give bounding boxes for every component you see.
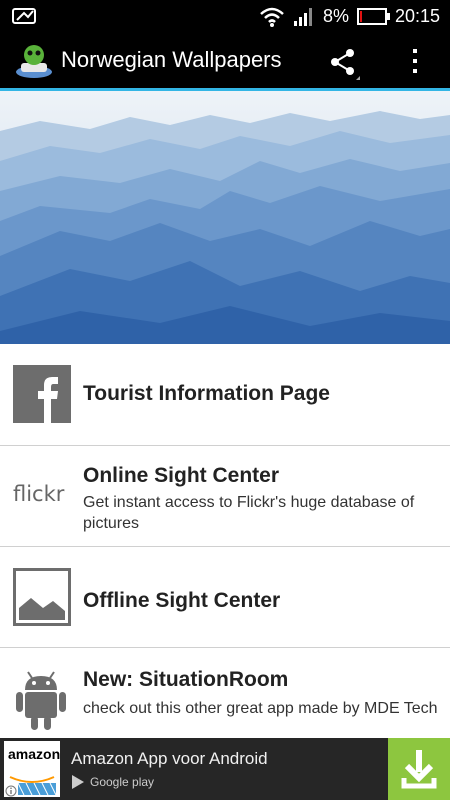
share-icon[interactable] xyxy=(326,46,360,80)
app-logo-icon xyxy=(16,45,52,78)
battery-percent: 8% xyxy=(322,6,349,26)
facebook-icon xyxy=(13,365,71,423)
download-icon xyxy=(401,750,437,789)
battery-icon xyxy=(356,8,390,25)
amazon-logo-text: amazon xyxy=(8,746,61,762)
list-item-title: Tourist Information Page xyxy=(83,382,330,405)
app-title: Norwegian Wallpapers xyxy=(61,47,282,72)
ad-banner[interactable]: amazon Amazon App voor Android Google pl… xyxy=(0,738,450,800)
list-item-situationroom[interactable]: New: SituationRoom check out this other … xyxy=(0,648,450,738)
amazon-logo: amazon xyxy=(4,741,60,797)
list-item-subtitle: check out this other great app made by M… xyxy=(83,700,438,717)
action-bar: Norwegian Wallpapers xyxy=(0,33,450,88)
google-play-badge: Google play xyxy=(71,774,154,790)
clock: 20:15 xyxy=(394,6,440,26)
list-item-subtitle: Get instant access to Flickr's huge data… xyxy=(83,494,415,532)
ad-info-icon[interactable] xyxy=(5,785,17,797)
google-play-label: Google play xyxy=(90,775,155,789)
overflow-menu-icon[interactable] xyxy=(408,47,422,75)
screenshot-notification-icon xyxy=(12,8,36,24)
image-icon xyxy=(13,568,71,626)
list-item-title: New: SituationRoom xyxy=(83,668,289,691)
flickr-icon: flickr xyxy=(13,482,65,506)
list-item-online-sight-center[interactable]: flickr Online Sight Center Get instant a… xyxy=(0,446,450,547)
android-icon xyxy=(16,671,66,730)
list-item-title: Offline Sight Center xyxy=(83,589,281,612)
ad-title: Amazon App voor Android xyxy=(71,749,268,768)
status-bar: 8% 20:15 xyxy=(0,0,450,33)
list-item-tourist-information[interactable]: Tourist Information Page xyxy=(0,344,450,446)
menu-list: Tourist Information Page flickr Online S… xyxy=(0,344,450,738)
signal-icon xyxy=(293,7,312,26)
google-play-icon xyxy=(72,775,84,789)
ad-download-button[interactable] xyxy=(388,738,450,800)
list-item-title: Online Sight Center xyxy=(83,464,280,487)
wifi-icon xyxy=(260,7,284,27)
list-item-offline-sight-center[interactable]: Offline Sight Center xyxy=(0,547,450,648)
header-mountain-image xyxy=(0,91,450,344)
